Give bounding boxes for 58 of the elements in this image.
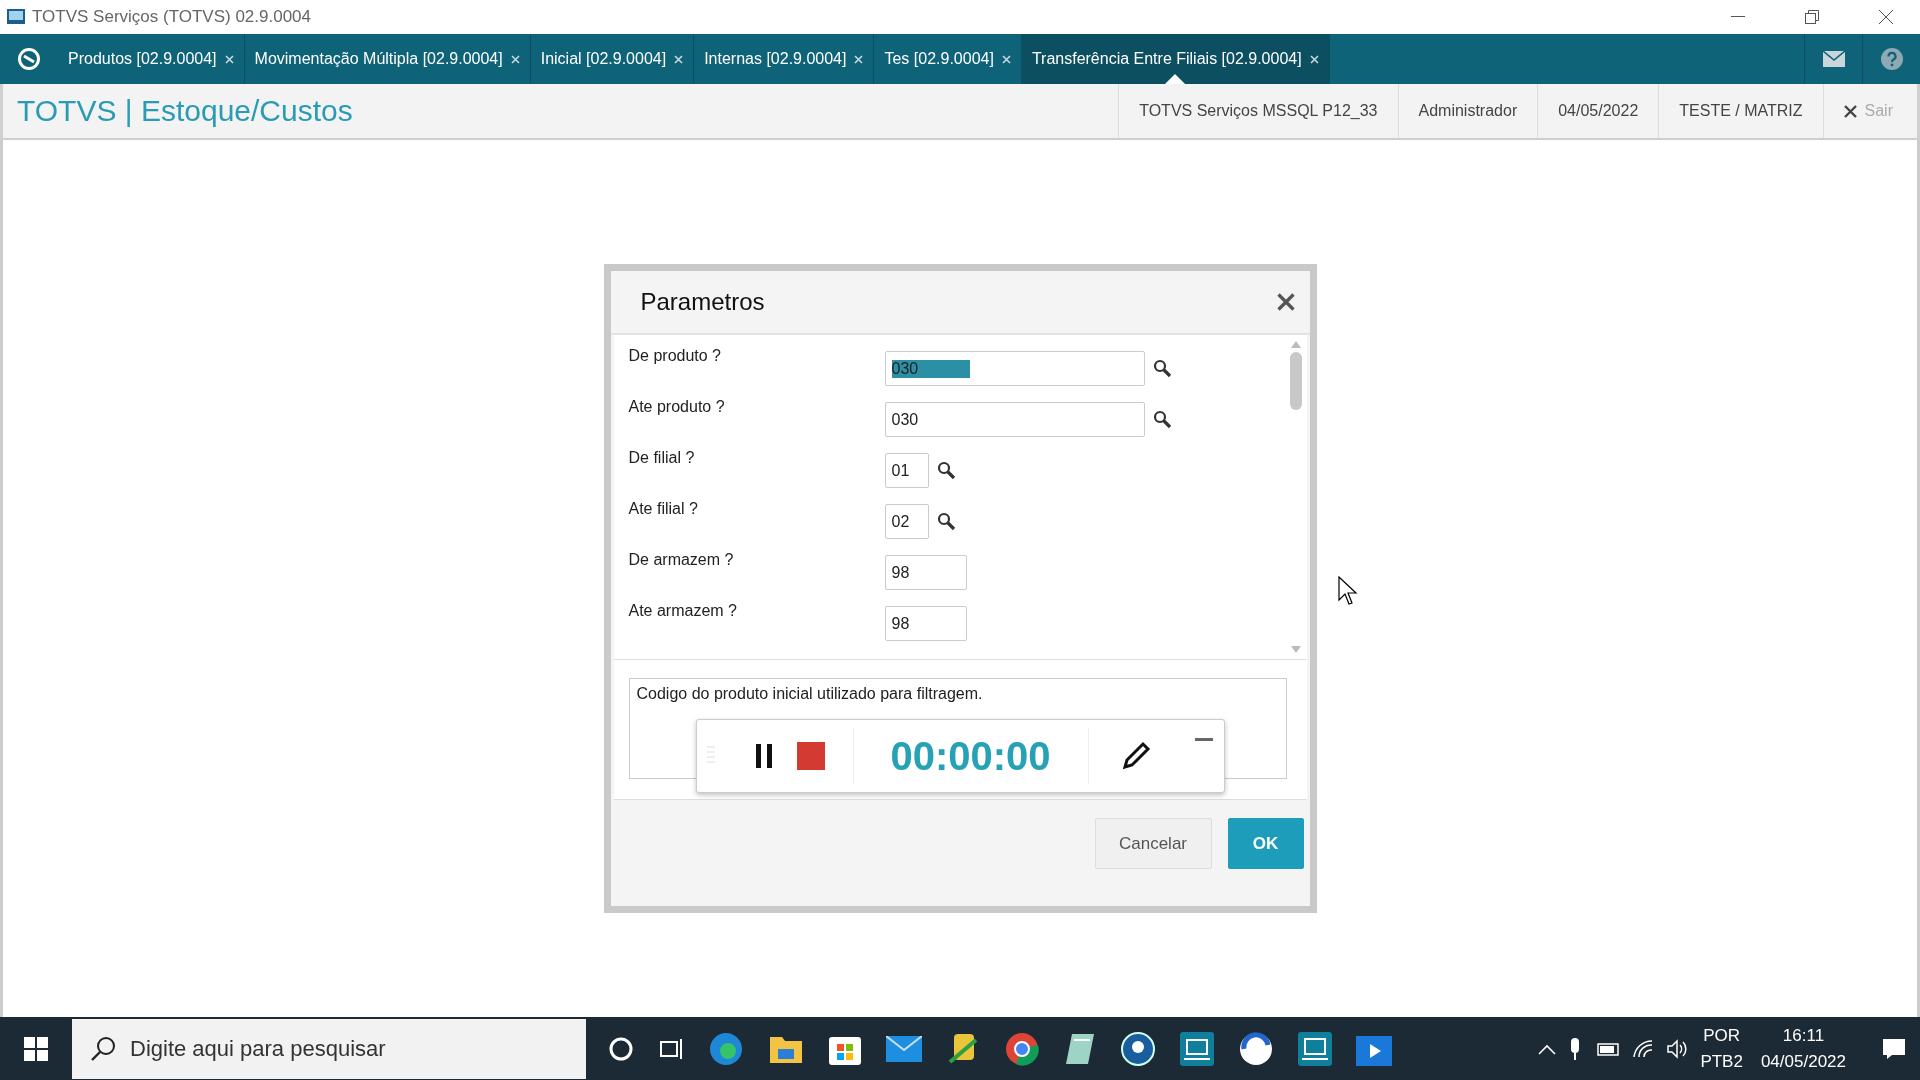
input-field[interactable]: 02 xyxy=(884,504,929,539)
close-icon[interactable] xyxy=(1275,292,1296,312)
header-info: TOTVS Serviços MSSQL P12_33 xyxy=(1118,84,1398,138)
search-field[interactable]: Digite aqui para pesquisar xyxy=(72,1018,586,1079)
windows-icon[interactable] xyxy=(24,1036,48,1061)
cancel-button[interactable]: Cancelar xyxy=(1094,818,1212,869)
logo-icon[interactable] xyxy=(17,47,41,71)
minimize-icon[interactable] xyxy=(1194,738,1213,741)
input-field[interactable]: 98 xyxy=(884,555,967,590)
input-field[interactable]: 98 xyxy=(884,606,967,641)
field-label: De produto ? xyxy=(628,346,722,365)
notification-icon[interactable] xyxy=(1882,1037,1906,1060)
field-label: De filial ? xyxy=(628,448,696,467)
input-field[interactable]: 030 xyxy=(884,351,1145,386)
field-label: De armazem ? xyxy=(628,550,735,569)
field-label: Ate armazem ? xyxy=(628,601,738,620)
close-icon[interactable] xyxy=(1879,10,1893,24)
field-label: Ate produto ? xyxy=(628,397,726,416)
header-info: 04/05/2022 xyxy=(1537,84,1659,138)
battery-icon[interactable] xyxy=(1594,1040,1621,1057)
pause-icon[interactable] xyxy=(754,744,773,768)
field-label: Ate filial ? xyxy=(628,499,699,518)
module-title: TOTVS | Estoque/Custos xyxy=(17,94,354,128)
header-info: Administrador xyxy=(1397,84,1538,138)
minimize-icon[interactable] xyxy=(1731,16,1745,18)
pen-icon[interactable] xyxy=(1120,741,1151,771)
search-icon[interactable] xyxy=(1152,410,1172,429)
close-icon xyxy=(1843,104,1857,118)
search-icon xyxy=(90,1035,116,1062)
mail-icon[interactable] xyxy=(1822,51,1845,67)
header-info: TESTE / MATRIZ xyxy=(1658,84,1823,138)
notepad-icon[interactable] xyxy=(1064,1031,1096,1066)
browser-icon[interactable] xyxy=(1004,1030,1040,1067)
circle-icon[interactable] xyxy=(608,1035,634,1062)
speaker-icon[interactable] xyxy=(1666,1038,1689,1059)
mail-icon[interactable] xyxy=(886,1035,922,1062)
clock[interactable]: 16:11 04/05/2022 xyxy=(1754,1022,1870,1075)
laptop-icon[interactable] xyxy=(1298,1031,1332,1066)
app-icon xyxy=(6,7,26,27)
language-indicator[interactable]: POR PTB2 xyxy=(1700,1022,1743,1075)
stop-icon[interactable] xyxy=(796,742,825,770)
window-title: TOTVS Serviços (TOTVS) 02.9.0004 xyxy=(32,7,313,27)
wifi-icon[interactable] xyxy=(1632,1038,1655,1059)
dialog-title: Parametros xyxy=(640,288,765,316)
help-icon[interactable] xyxy=(1880,48,1903,70)
search-icon[interactable] xyxy=(1152,359,1172,378)
search-icon[interactable] xyxy=(936,461,956,480)
globe-icon[interactable] xyxy=(708,1030,744,1067)
search-icon[interactable] xyxy=(936,512,956,531)
restore-icon[interactable] xyxy=(1805,10,1819,24)
laptop-icon[interactable] xyxy=(1180,1031,1214,1066)
input-field[interactable]: 01 xyxy=(884,453,929,488)
tab[interactable]: Transferência Entre Filiais [02.9.0004] xyxy=(1021,34,1330,84)
chevron-up-icon[interactable] xyxy=(1538,1042,1557,1055)
scroll-thumb[interactable] xyxy=(1289,352,1302,410)
input-field[interactable]: 030 xyxy=(884,402,1145,437)
cursor-icon xyxy=(1338,576,1358,606)
recording-timer: 00:00:00 xyxy=(853,728,1089,784)
